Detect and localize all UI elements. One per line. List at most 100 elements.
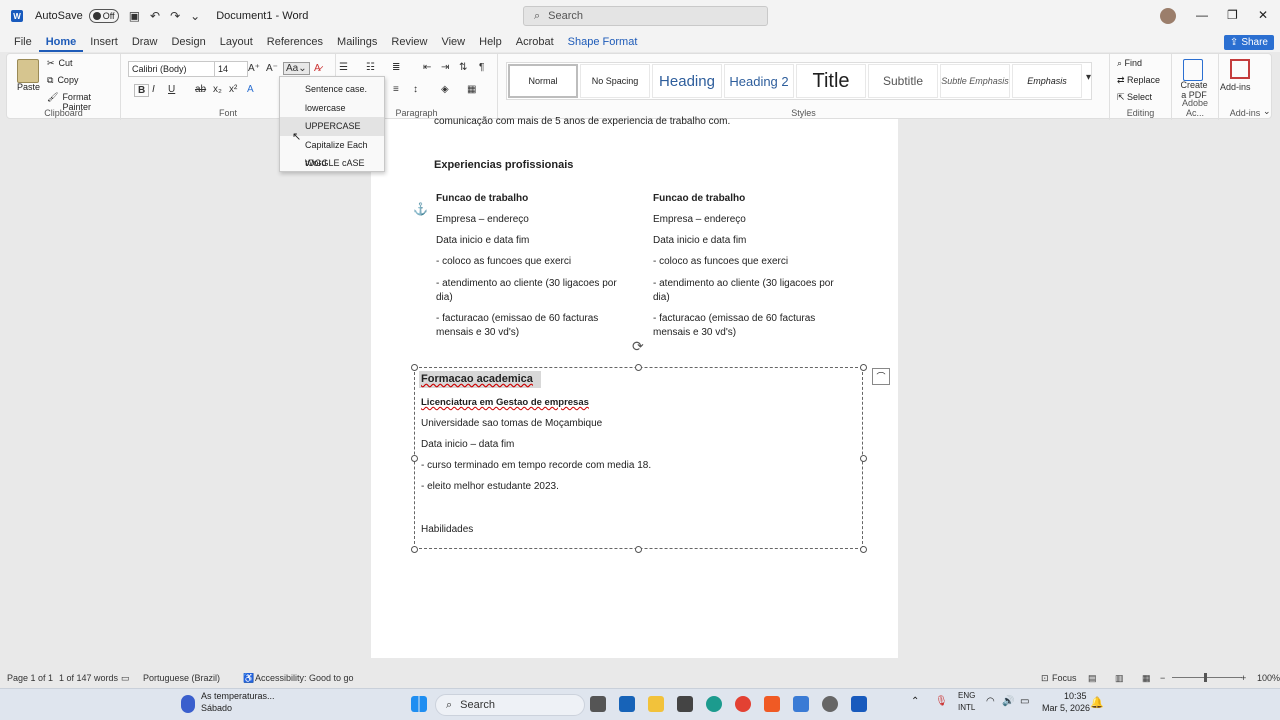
tab-mailings[interactable]: Mailings bbox=[330, 32, 384, 52]
addins-button[interactable]: Add-ins bbox=[1220, 82, 1251, 92]
autosave-toggle[interactable]: Off bbox=[88, 9, 119, 23]
zoom-out-icon[interactable]: − bbox=[1160, 673, 1165, 683]
settings-icon[interactable] bbox=[822, 696, 838, 712]
tab-view[interactable]: View bbox=[434, 32, 472, 52]
notification-icon[interactable]: 🔔 bbox=[1090, 696, 1104, 709]
tab-review[interactable]: Review bbox=[384, 32, 434, 52]
cut-button[interactable]: ✂ Cut bbox=[47, 58, 73, 69]
style-subtitle[interactable]: Subtitle bbox=[868, 64, 938, 98]
clock-date[interactable]: Mar 5, 2026 bbox=[1042, 703, 1090, 713]
bullets-icon[interactable]: ☰ bbox=[339, 62, 348, 73]
menu-item-sentence-case[interactable]: Sentence case. bbox=[280, 80, 384, 99]
print-layout-icon[interactable]: ▥ bbox=[1115, 673, 1124, 684]
create-pdf-button[interactable]: Create a PDF bbox=[1179, 80, 1209, 100]
underline-button[interactable]: U bbox=[168, 84, 175, 95]
styles-more-icon[interactable]: ▾ bbox=[1086, 72, 1091, 83]
word-taskbar-icon[interactable] bbox=[851, 696, 867, 712]
proofing-icon[interactable]: ▭ bbox=[121, 673, 130, 684]
tab-file[interactable]: File bbox=[7, 32, 39, 52]
resize-handle[interactable] bbox=[411, 455, 418, 462]
rotate-handle-icon[interactable]: ⟳ bbox=[632, 338, 644, 355]
tab-draw[interactable]: Draw bbox=[125, 32, 165, 52]
text-effects-icon[interactable]: A bbox=[247, 84, 254, 95]
anchor-icon[interactable]: ⚓ bbox=[413, 202, 428, 216]
resize-handle[interactable] bbox=[635, 364, 642, 371]
borders-icon[interactable]: ▦ bbox=[467, 84, 476, 95]
font-size-select[interactable]: 14 bbox=[214, 61, 248, 77]
share-button[interactable]: ⇪ Share bbox=[1223, 35, 1274, 50]
zoom-level[interactable]: 100% bbox=[1257, 673, 1280, 683]
file-explorer-icon[interactable] bbox=[648, 696, 664, 712]
create-pdf-icon[interactable] bbox=[1183, 59, 1203, 81]
tab-design[interactable]: Design bbox=[164, 32, 212, 52]
italic-button[interactable]: I bbox=[152, 84, 155, 95]
increase-indent-icon[interactable]: ⇥ bbox=[441, 62, 449, 73]
accessibility-status[interactable]: Accessibility: Good to go bbox=[255, 673, 354, 683]
resize-handle[interactable] bbox=[411, 546, 418, 553]
tab-shape-format[interactable]: Shape Format bbox=[561, 32, 645, 52]
copy-button[interactable]: ⧉ Copy bbox=[47, 75, 78, 86]
justify-icon[interactable]: ≡ bbox=[393, 84, 399, 95]
language-indicator[interactable]: Portuguese (Brazil) bbox=[143, 673, 220, 683]
store-icon[interactable] bbox=[677, 696, 693, 712]
zoom-slider-thumb[interactable] bbox=[1204, 673, 1207, 682]
language-code[interactable]: ENG bbox=[958, 691, 975, 700]
show-marks-icon[interactable]: ¶ bbox=[479, 62, 484, 73]
resize-handle[interactable] bbox=[635, 546, 642, 553]
redo-icon[interactable]: ↷ bbox=[170, 9, 180, 23]
collapse-ribbon-icon[interactable]: ⌄ bbox=[1263, 106, 1271, 117]
tray-overflow-icon[interactable]: ⌃ bbox=[911, 696, 919, 707]
customize-toolbar-icon[interactable]: ⌄ bbox=[190, 9, 200, 23]
numbering-icon[interactable]: ☷ bbox=[366, 62, 375, 73]
shrink-font-icon[interactable]: A⁻ bbox=[266, 63, 278, 74]
volume-icon[interactable]: 🔊 bbox=[1002, 696, 1014, 707]
taskbar-search[interactable]: ⌕ Search bbox=[435, 694, 585, 716]
line-spacing-icon[interactable]: ↕ bbox=[413, 84, 418, 95]
superscript-button[interactable]: x² bbox=[229, 84, 237, 95]
microphone-icon[interactable]: 🎙 bbox=[935, 696, 948, 707]
page-count[interactable]: Page 1 of 1 bbox=[7, 673, 53, 683]
resize-handle[interactable] bbox=[860, 546, 867, 553]
zoom-slider[interactable] bbox=[1172, 677, 1242, 678]
strikethrough-button[interactable]: ab bbox=[195, 84, 206, 95]
start-icon[interactable] bbox=[411, 696, 427, 712]
style-normal[interactable]: Normal bbox=[508, 64, 578, 98]
maximize-icon[interactable]: ❐ bbox=[1227, 8, 1238, 22]
paste-button[interactable]: Paste bbox=[17, 82, 40, 92]
select-button[interactable]: ⇱ Select bbox=[1117, 92, 1152, 103]
menu-item-lowercase[interactable]: lowercase bbox=[280, 99, 384, 118]
close-icon[interactable]: ✕ bbox=[1258, 8, 1268, 22]
resize-handle[interactable] bbox=[860, 455, 867, 462]
focus-button[interactable]: Focus bbox=[1052, 673, 1077, 683]
style-emphasis[interactable]: Emphasis bbox=[1012, 64, 1082, 98]
resize-handle[interactable] bbox=[860, 364, 867, 371]
style-heading-2[interactable]: Heading 2 bbox=[724, 64, 794, 98]
task-view-icon[interactable] bbox=[590, 696, 606, 712]
change-case-button[interactable]: Aa⌄ bbox=[283, 62, 310, 75]
style-heading[interactable]: Heading bbox=[652, 64, 722, 98]
sort-icon[interactable]: ⇅ bbox=[459, 62, 467, 73]
decrease-indent-icon[interactable]: ⇤ bbox=[423, 62, 431, 73]
outlook-icon[interactable] bbox=[619, 696, 635, 712]
bold-button[interactable]: B bbox=[134, 84, 150, 97]
paste-icon[interactable] bbox=[17, 59, 39, 83]
read-mode-icon[interactable]: ▤ bbox=[1088, 673, 1097, 684]
avatar[interactable] bbox=[1160, 8, 1176, 24]
tab-insert[interactable]: Insert bbox=[83, 32, 125, 52]
tab-references[interactable]: References bbox=[260, 32, 330, 52]
resize-handle[interactable] bbox=[411, 364, 418, 371]
tab-home[interactable]: Home bbox=[38, 32, 84, 52]
tab-help[interactable]: Help bbox=[472, 32, 509, 52]
font-family-select[interactable]: Calibri (Body) bbox=[128, 61, 218, 77]
search-input[interactable]: ⌕ Search bbox=[523, 6, 768, 26]
zoom-in-icon[interactable]: + bbox=[1241, 673, 1246, 683]
subscript-button[interactable]: x₂ bbox=[213, 84, 222, 95]
shading-icon[interactable]: ◈ bbox=[441, 84, 449, 95]
find-button[interactable]: ⌕ Find bbox=[1117, 58, 1142, 69]
grow-font-icon[interactable]: A⁺ bbox=[248, 63, 260, 74]
selected-textbox[interactable] bbox=[414, 367, 863, 549]
layout-options-icon[interactable]: ⌒ bbox=[872, 368, 890, 385]
keyboard-layout[interactable]: INTL bbox=[958, 703, 975, 712]
clear-formatting-icon[interactable]: A̷ bbox=[314, 63, 321, 74]
battery-icon[interactable]: ▭ bbox=[1020, 696, 1029, 707]
